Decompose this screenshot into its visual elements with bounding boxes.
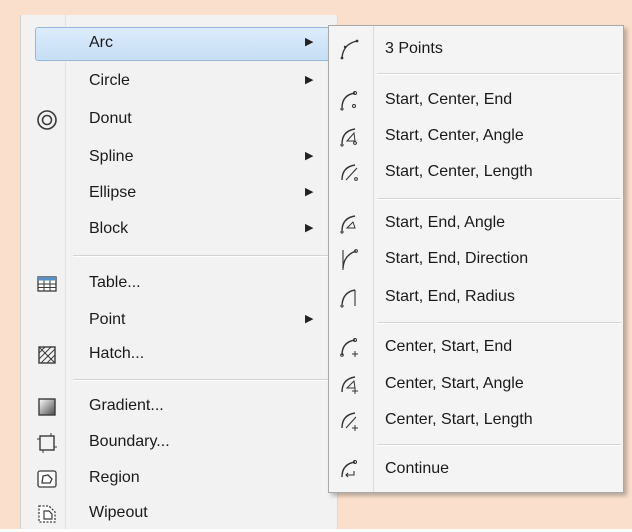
table-icon: [35, 272, 59, 296]
arc-center-start-end-icon: [337, 334, 363, 360]
menu-separator: [73, 255, 333, 257]
submenu-item-label: Center, Start, Length: [385, 411, 533, 428]
submenu-item-label: Start, End, Direction: [385, 250, 529, 267]
submenu-separator: [377, 198, 621, 200]
arc-center-start-angle-icon: [337, 371, 363, 397]
menu-item-label: Gradient...: [89, 397, 164, 414]
submenu-item-3-points[interactable]: 3 Points: [329, 32, 623, 66]
menu-item-highlight: [35, 27, 331, 61]
arc-center-start-length-icon: [337, 407, 363, 433]
menu-item-label: Block: [89, 220, 129, 237]
submenu-item-start-center-length[interactable]: Start, Center, Length: [329, 155, 623, 189]
submenu-item-start-end-angle[interactable]: Start, End, Angle: [329, 206, 623, 240]
submenu-arrow-icon: ▶: [305, 150, 314, 162]
menu-item-label: Arc: [89, 34, 113, 51]
submenu-arrow-icon: ▶: [305, 222, 314, 234]
arc-submenu: 3 Points Start, Center, End Start, Cente…: [328, 25, 624, 493]
gradient-icon: [35, 395, 59, 419]
submenu-item-center-start-end[interactable]: Center, Start, End: [329, 330, 623, 364]
submenu-item-start-end-direction[interactable]: Start, End, Direction: [329, 242, 623, 276]
submenu-separator: [377, 322, 621, 324]
menu-item-point[interactable]: Point ▶: [21, 303, 337, 339]
submenu-item-label: Continue: [385, 460, 450, 477]
submenu-item-label: Start, Center, End: [385, 91, 513, 108]
submenu-item-label: Start, End, Angle: [385, 214, 506, 231]
submenu-item-label: Center, Start, Angle: [385, 375, 524, 392]
arc-continue-icon: [337, 456, 363, 482]
submenu-arrow-icon: ▶: [305, 313, 314, 325]
menu-item-region[interactable]: Region: [21, 461, 337, 497]
submenu-separator: [377, 73, 621, 75]
submenu-item-label: Start, Center, Angle: [385, 127, 524, 144]
menu-item-ellipse[interactable]: Ellipse ▶: [21, 176, 337, 212]
region-icon: [35, 467, 59, 491]
submenu-item-start-end-radius[interactable]: Start, End, Radius: [329, 280, 623, 314]
submenu-arrow-icon: ▶: [305, 74, 314, 86]
arc-start-center-end-icon: [337, 87, 363, 113]
menu-item-hatch[interactable]: Hatch...: [21, 337, 337, 373]
arc-start-center-length-icon: [337, 159, 363, 185]
menu-item-label: Point: [89, 311, 126, 328]
wipeout-icon: [35, 502, 59, 526]
submenu-item-continue[interactable]: Continue: [329, 452, 623, 486]
menu-item-block[interactable]: Block ▶: [21, 212, 337, 248]
menu-item-spline[interactable]: Spline ▶: [21, 140, 337, 176]
arc-start-end-angle-icon: [337, 210, 363, 236]
menu-item-label: Boundary...: [89, 433, 170, 450]
menu-item-label: Wipeout: [89, 504, 148, 521]
menu-item-label: Spline: [89, 148, 134, 165]
donut-icon: [35, 108, 59, 132]
submenu-item-center-start-length[interactable]: Center, Start, Length: [329, 403, 623, 437]
submenu-item-label: Start, End, Radius: [385, 288, 515, 305]
submenu-item-label: Start, Center, Length: [385, 163, 533, 180]
boundary-icon: [35, 431, 59, 455]
menu-item-label: Hatch...: [89, 345, 145, 362]
menu-item-label: Region: [89, 469, 140, 486]
menu-item-boundary[interactable]: Boundary...: [21, 425, 337, 461]
menu-item-circle[interactable]: Circle ▶: [21, 64, 337, 100]
submenu-item-center-start-angle[interactable]: Center, Start, Angle: [329, 367, 623, 401]
draw-menu: Arc ▶ Circle ▶ Donut Spline ▶ Ellipse ▶ …: [20, 15, 338, 529]
submenu-separator: [377, 444, 621, 446]
menu-item-label: Circle: [89, 72, 130, 89]
menu-item-gradient[interactable]: Gradient...: [21, 389, 337, 425]
submenu-item-start-center-end[interactable]: Start, Center, End: [329, 83, 623, 117]
submenu-item-start-center-angle[interactable]: Start, Center, Angle: [329, 119, 623, 153]
arc-start-center-angle-icon: [337, 123, 363, 149]
menu-item-donut[interactable]: Donut: [21, 102, 337, 138]
arc-start-end-radius-icon: [337, 284, 363, 310]
arc-3-points-icon: [337, 36, 363, 62]
menu-separator: [73, 379, 333, 381]
submenu-arrow-icon: ▶: [305, 36, 314, 48]
menu-item-label: Table...: [89, 274, 141, 291]
menu-item-label: Donut: [89, 110, 132, 127]
hatch-icon: [35, 343, 59, 367]
menu-item-arc[interactable]: Arc ▶: [21, 26, 337, 62]
menu-item-table[interactable]: Table...: [21, 266, 337, 302]
submenu-item-label: Center, Start, End: [385, 338, 513, 355]
menu-item-label: Ellipse: [89, 184, 137, 201]
submenu-arrow-icon: ▶: [305, 186, 314, 198]
arc-start-end-direction-icon: [337, 246, 363, 272]
submenu-item-label: 3 Points: [385, 40, 443, 57]
menu-item-wipeout[interactable]: Wipeout: [21, 496, 337, 532]
